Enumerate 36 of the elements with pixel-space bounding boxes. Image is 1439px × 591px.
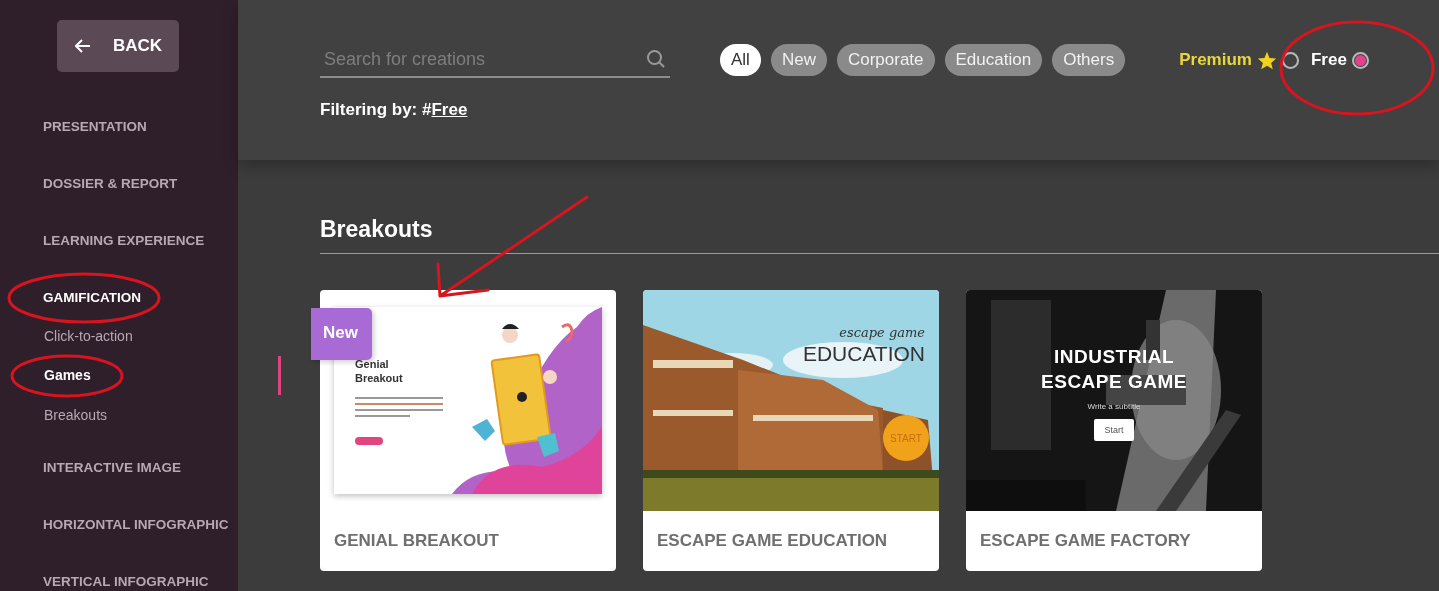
sidebar-item[interactable]: GAMIFICATION — [43, 290, 141, 305]
category-chip[interactable]: All — [720, 44, 761, 76]
filter-note: Filtering by: #Free — [320, 100, 469, 120]
template-card[interactable]: INDUSTRIAL ESCAPE GAME Write a subtitle Start ESCAPE GAME FACTORY — [966, 290, 1262, 571]
sidebar-item[interactable]: PRESENTATION — [43, 119, 147, 134]
slide-heading: EDUCATION — [802, 342, 925, 366]
card-title: GENIAL BREAKOUT — [333, 530, 500, 552]
sidebar-subitem[interactable]: Games — [44, 367, 91, 384]
slide-button — [355, 437, 383, 445]
sidebar-item[interactable]: INTERACTIVE IMAGE — [43, 459, 181, 475]
sidebar-item[interactable]: HORIZONTAL INFOGRAPHIC — [43, 516, 229, 532]
start-button: Start — [1094, 419, 1134, 442]
card-title: ESCAPE GAME EDUCATION — [656, 530, 889, 552]
new-badge: New — [311, 308, 372, 360]
slide-subtitle: Write a subtitle — [1087, 402, 1141, 412]
radio-button[interactable] — [1281, 51, 1299, 69]
filter-tag-link[interactable]: Free — [431, 100, 468, 119]
star-icon — [1256, 50, 1277, 70]
arrow-left-icon — [75, 39, 91, 53]
radio-button[interactable] — [1351, 51, 1369, 69]
plan-label[interactable]: Free — [1310, 50, 1347, 70]
slide-heading: Genial Breakout — [355, 357, 404, 386]
sidebar-item[interactable]: DOSSIER & REPORT — [43, 176, 178, 191]
sidebar-subitem[interactable]: Click-to-action — [44, 327, 133, 344]
sidebar-item[interactable]: VERTICAL INFOGRAPHIC — [43, 573, 209, 589]
slide-heading: INDUSTRIAL ESCAPE GAME — [1040, 345, 1188, 394]
search-icon[interactable] — [646, 49, 666, 69]
sidebar-item[interactable]: LEARNING EXPERIENCE — [43, 233, 205, 248]
plan-label[interactable]: Premium — [1179, 50, 1252, 70]
back-button[interactable]: BACK — [57, 20, 179, 72]
search-field[interactable]: Search for creations — [320, 42, 670, 78]
sidebar-subitem[interactable]: Breakouts — [44, 406, 108, 423]
active-indicator — [278, 355, 281, 395]
slide-overline: escape game — [838, 325, 925, 340]
card-title: ESCAPE GAME FACTORY — [979, 530, 1192, 552]
section-title: Breakouts — [320, 216, 1439, 254]
